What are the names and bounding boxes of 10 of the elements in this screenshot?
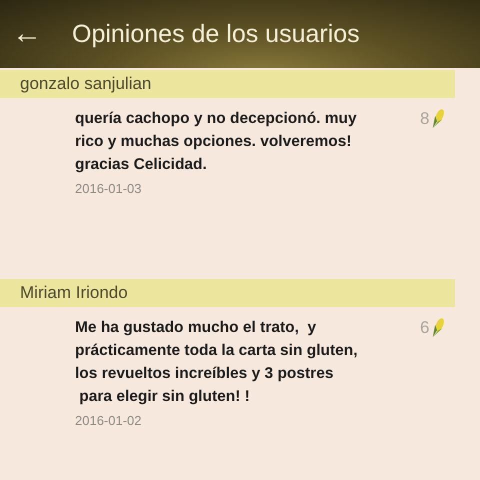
- review-date: 2016-01-02: [75, 413, 142, 428]
- reviewer-name: gonzalo sanjulian: [0, 70, 455, 98]
- review-date: 2016-01-03: [75, 181, 142, 196]
- score-value: 6: [420, 318, 430, 338]
- review-text: quería cachopo y no decepcionó. muy rico y muchas opciones. volveremos! gracias Celicidad.: [75, 109, 358, 175]
- screen-title: Opiniones de los usuarios: [72, 20, 360, 48]
- back-button[interactable]: ←: [8, 19, 46, 49]
- review-text: Me ha gustado mucho el trato, y prácticamente toda la carta sin gluten, los revueltos increíbles y 3 postres para elegir sin gluten! !: [75, 318, 359, 407]
- score-value: 8: [420, 109, 430, 129]
- reviewer-name: Miriam Iriondo: [0, 279, 455, 307]
